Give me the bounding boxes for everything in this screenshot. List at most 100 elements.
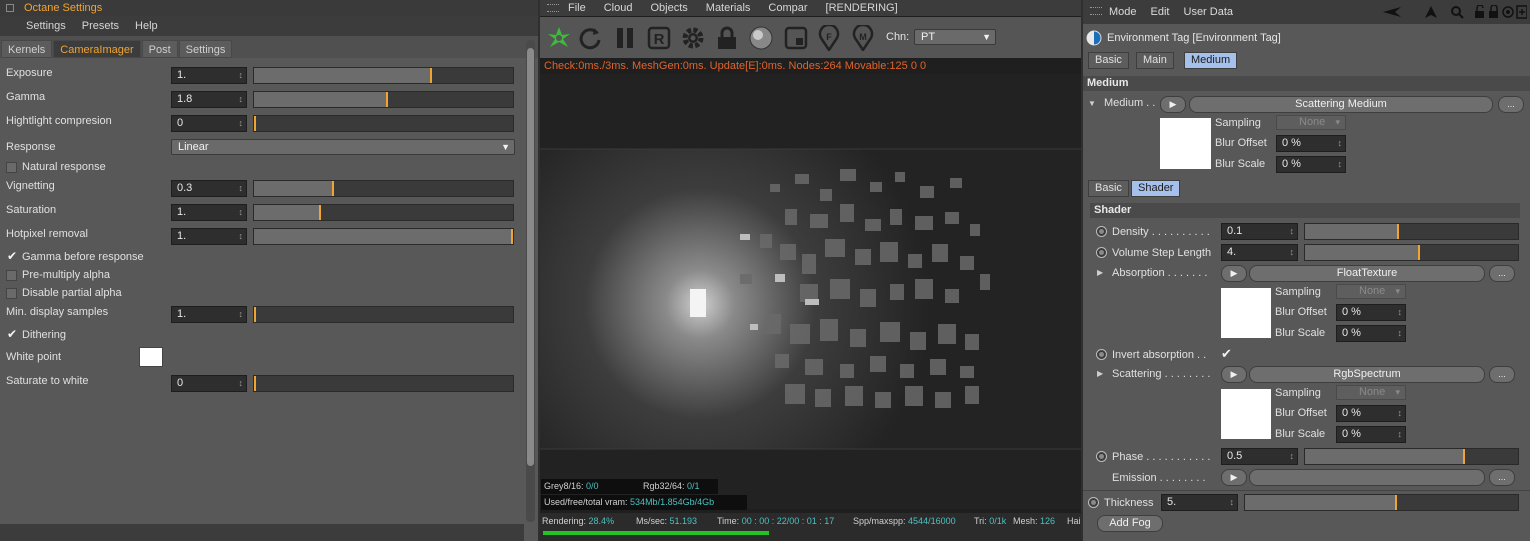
tab-post[interactable]: Post — [141, 40, 178, 58]
material-ball-icon[interactable] — [748, 25, 774, 51]
menu-settings[interactable]: Settings — [26, 20, 66, 32]
tab-medium[interactable]: Medium — [1184, 52, 1238, 69]
min-display-samples-slider[interactable] — [253, 306, 514, 323]
gamma-before-response-checkbox[interactable]: ✔ Gamma before response — [6, 249, 144, 263]
volume-step-field[interactable]: 4. — [1221, 244, 1298, 261]
tab-cameraimager[interactable]: CameraImager — [53, 40, 141, 58]
menu-cloud[interactable]: Cloud — [604, 2, 633, 14]
absorption-sampling-select[interactable]: None — [1336, 284, 1406, 299]
exposure-slider[interactable] — [253, 67, 514, 84]
expand-triangle-icon[interactable]: ▶ — [1097, 268, 1103, 277]
tab-main[interactable]: Main — [1136, 52, 1174, 69]
menu-presets[interactable]: Presets — [82, 20, 119, 32]
scattering-blur-offset-field[interactable]: 0 % — [1336, 405, 1406, 422]
scattering-sampling-select[interactable]: None — [1336, 385, 1406, 400]
saturate-to-white-field[interactable]: 0 — [171, 375, 247, 392]
medium-shader-button[interactable]: Scattering Medium — [1189, 96, 1493, 113]
emission-link-button[interactable]: ▶ — [1221, 469, 1247, 486]
medium-link-button[interactable]: ▶ — [1160, 96, 1186, 113]
emission-more-button[interactable]: ... — [1489, 469, 1515, 486]
menu-compar[interactable]: Compar — [768, 2, 807, 14]
saturate-to-white-slider[interactable] — [253, 375, 514, 392]
menu-help[interactable]: Help — [135, 20, 158, 32]
absorption-shader-button[interactable]: FloatTexture — [1249, 265, 1485, 282]
gamma-field[interactable]: 1.8 — [171, 91, 247, 108]
gear-icon[interactable] — [680, 25, 706, 51]
disable-partial-alpha-checkbox[interactable]: Disable partial alpha — [6, 287, 122, 299]
grip-icon[interactable] — [1090, 7, 1102, 15]
exposure-field[interactable]: 1. — [171, 67, 247, 84]
menu-file[interactable]: File — [568, 2, 586, 14]
menu-edit[interactable]: Edit — [1151, 6, 1170, 18]
menu-user-data[interactable]: User Data — [1184, 6, 1234, 18]
natural-response-checkbox[interactable]: Natural response — [6, 161, 106, 173]
render-region-box-icon[interactable] — [783, 25, 809, 51]
scattering-shader-button[interactable]: RgbSpectrum — [1249, 366, 1485, 383]
sampling-select[interactable]: None — [1276, 115, 1346, 130]
left-scrollbar[interactable] — [526, 40, 535, 522]
thickness-field[interactable]: 5. — [1161, 494, 1238, 511]
panel-grip-icon[interactable] — [6, 4, 14, 12]
region-render-icon[interactable]: R — [646, 25, 672, 51]
vignetting-slider[interactable] — [253, 180, 514, 197]
focus-picker-icon[interactable]: F — [816, 25, 842, 51]
density-slider[interactable] — [1304, 223, 1519, 240]
scattering-more-button[interactable]: ... — [1489, 366, 1515, 383]
subtab-shader[interactable]: Shader — [1131, 180, 1181, 197]
tab-settings[interactable]: Settings — [178, 40, 233, 58]
menu-materials[interactable]: Materials — [706, 2, 751, 14]
emission-shader-button[interactable] — [1249, 469, 1485, 486]
tab-basic[interactable]: Basic — [1088, 52, 1129, 69]
restart-icon[interactable] — [577, 25, 603, 51]
absorption-link-button[interactable]: ▶ — [1221, 265, 1247, 282]
render-viewport[interactable] — [540, 74, 1081, 509]
blur-scale-field[interactable]: 0 % — [1276, 156, 1346, 173]
phase-keyframe-radio[interactable] — [1096, 451, 1107, 462]
material-picker-icon[interactable]: M — [850, 25, 876, 51]
invert-absorption-checkbox[interactable]: ✔ — [1221, 346, 1232, 362]
saturation-slider[interactable] — [253, 204, 514, 221]
highlight-compression-slider[interactable] — [253, 115, 514, 132]
density-keyframe-radio[interactable] — [1096, 226, 1107, 237]
white-point-swatch[interactable] — [139, 347, 163, 367]
expand-triangle-icon[interactable]: ▶ — [1097, 369, 1103, 378]
add-fog-button[interactable]: Add Fog — [1097, 515, 1163, 532]
octane-logo-icon[interactable] — [546, 25, 572, 51]
pause-icon[interactable] — [612, 25, 638, 51]
phase-field[interactable]: 0.5 — [1221, 448, 1298, 465]
thickness-slider[interactable] — [1244, 494, 1519, 511]
channel-select[interactable]: PT ▼ — [914, 29, 996, 45]
density-field[interactable]: 0.1 — [1221, 223, 1298, 240]
thickness-keyframe-radio[interactable] — [1088, 497, 1099, 508]
volume-step-keyframe-radio[interactable] — [1096, 247, 1107, 258]
medium-more-button[interactable]: ... — [1498, 96, 1524, 113]
volume-step-slider[interactable] — [1304, 244, 1519, 261]
hotpixel-removal-field[interactable]: 1. — [171, 228, 247, 245]
navigation-icons[interactable] — [1379, 5, 1527, 19]
absorption-more-button[interactable]: ... — [1489, 265, 1515, 282]
premultiply-alpha-checkbox[interactable]: Pre-multiply alpha — [6, 269, 110, 281]
gamma-slider[interactable] — [253, 91, 514, 108]
subtab-basic[interactable]: Basic — [1088, 180, 1129, 197]
menu-objects[interactable]: Objects — [650, 2, 687, 14]
grip-icon[interactable] — [547, 4, 559, 12]
saturation-field[interactable]: 1. — [171, 204, 247, 221]
invert-absorption-keyframe-radio[interactable] — [1096, 349, 1107, 360]
tab-kernels[interactable]: Kernels — [1, 40, 53, 58]
dithering-checkbox[interactable]: ✔ Dithering — [6, 327, 66, 341]
scattering-blur-scale-field[interactable]: 0 % — [1336, 426, 1406, 443]
menu-mode[interactable]: Mode — [1109, 6, 1137, 18]
highlight-compression-field[interactable]: 0 — [171, 115, 247, 132]
hotpixel-removal-slider[interactable] — [253, 228, 514, 245]
absorption-blur-scale-field[interactable]: 0 % — [1336, 325, 1406, 342]
expand-triangle-icon[interactable]: ▼ — [1088, 99, 1096, 108]
absorption-blur-offset-field[interactable]: 0 % — [1336, 304, 1406, 321]
scattering-link-button[interactable]: ▶ — [1221, 366, 1247, 383]
phase-slider[interactable] — [1304, 448, 1519, 465]
scrollbar-thumb[interactable] — [527, 48, 534, 466]
blur-offset-field[interactable]: 0 % — [1276, 135, 1346, 152]
lock-icon[interactable] — [714, 25, 740, 51]
vignetting-field[interactable]: 0.3 — [171, 180, 247, 197]
min-display-samples-field[interactable]: 1. — [171, 306, 247, 323]
response-select[interactable]: Linear ▼ — [171, 139, 515, 155]
